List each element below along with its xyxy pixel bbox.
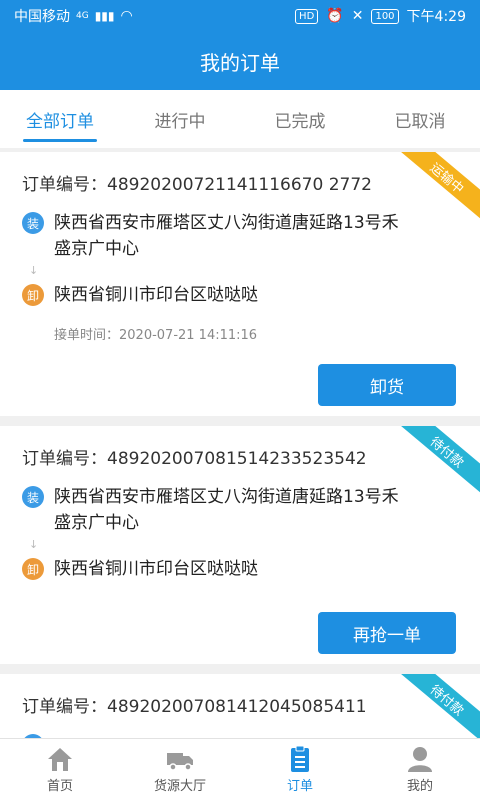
order-number: 订单编号：489202007081412045085411: [22, 697, 367, 717]
clipboard-icon: [291, 745, 309, 772]
load-address: 陕西省西安市雁塔区丈八沟街道唐延路13号禾盛京广中心: [54, 487, 399, 533]
load-address-row: 装 陕西省西安市雁塔区丈八沟街道唐延路13号禾盛京广中心: [22, 484, 414, 536]
unload-badge: 卸: [22, 284, 44, 306]
load-address: 陕西省西安市雁塔区丈八沟街道唐延路13号禾盛京广中心: [54, 213, 399, 259]
order-card[interactable]: 运输中 订单编号：48920200721141116670 2772 装 陕西省…: [0, 152, 480, 416]
tab-cancelled[interactable]: 已取消: [360, 90, 480, 148]
signal-icon: ▮▮▮: [94, 9, 115, 23]
carrier-label: 中国移动: [14, 9, 70, 25]
alarm-icon: ⏰: [326, 8, 344, 24]
tab-in-progress[interactable]: 进行中: [120, 90, 240, 148]
order-list[interactable]: 运输中 订单编号：48920200721141116670 2772 装 陕西省…: [0, 148, 480, 738]
unload-button[interactable]: 卸货: [318, 364, 456, 406]
order-card[interactable]: 待付款 订单编号：489202007081412045085411 装: [0, 674, 480, 738]
nav-cargo-hall[interactable]: 货源大厅: [120, 739, 240, 800]
nav-mine[interactable]: 我的: [360, 739, 480, 800]
load-badge: 装: [22, 486, 44, 508]
accept-time: 接单时间：2020-07-21 14:11:16: [54, 328, 258, 343]
nav-orders[interactable]: 订单: [240, 739, 360, 800]
arrow-down-icon: ↓: [29, 538, 39, 551]
wifi-icon: ◠: [120, 8, 133, 24]
order-number: 订单编号：489202007081514233523542: [22, 449, 367, 469]
unload-address: 陕西省铜川市印台区哒哒哒: [54, 559, 258, 579]
unload-address-row: 卸 陕西省铜川市印台区哒哒哒: [22, 282, 414, 308]
tab-all-orders[interactable]: 全部订单: [0, 90, 120, 148]
page-title: 我的订单: [200, 50, 280, 75]
order-number: 订单编号：48920200721141116670 2772: [22, 175, 372, 195]
tab-completed[interactable]: 已完成: [240, 90, 360, 148]
status-ribbon: 待付款: [394, 674, 480, 738]
hd-icon: HD: [295, 8, 319, 24]
arrow-down-icon: ↓: [29, 264, 39, 277]
battery-indicator: 100: [371, 8, 399, 24]
load-badge: 装: [22, 212, 44, 234]
load-address-row: 装 陕西省西安市雁塔区丈八沟街道唐延路13号禾盛京广中心: [22, 210, 414, 262]
user-icon: [408, 747, 432, 772]
network-label: 4G: [76, 11, 89, 21]
order-card[interactable]: 待付款 订单编号：489202007081514233523542 装 陕西省西…: [0, 426, 480, 664]
unload-address-row: 卸 陕西省铜川市印台区哒哒哒: [22, 556, 414, 582]
nav-home[interactable]: 首页: [0, 739, 120, 800]
truck-icon: [167, 753, 193, 771]
status-bar: 中国移动 4G ▮▮▮ ◠ HD ⏰ ✕ 100 下午4:29: [0, 0, 480, 32]
unload-badge: 卸: [22, 558, 44, 580]
unload-address: 陕西省铜川市印台区哒哒哒: [54, 285, 258, 305]
mute-icon: ✕: [351, 8, 364, 24]
home-icon: [48, 748, 72, 771]
bottom-nav: 首页 货源大厅 订单 我的: [0, 738, 480, 800]
page-header: 我的订单: [0, 32, 480, 90]
clock: 下午4:29: [406, 9, 466, 25]
order-tabs: 全部订单 进行中 已完成 已取消: [0, 90, 480, 148]
grab-again-button[interactable]: 再抢一单: [318, 612, 456, 654]
